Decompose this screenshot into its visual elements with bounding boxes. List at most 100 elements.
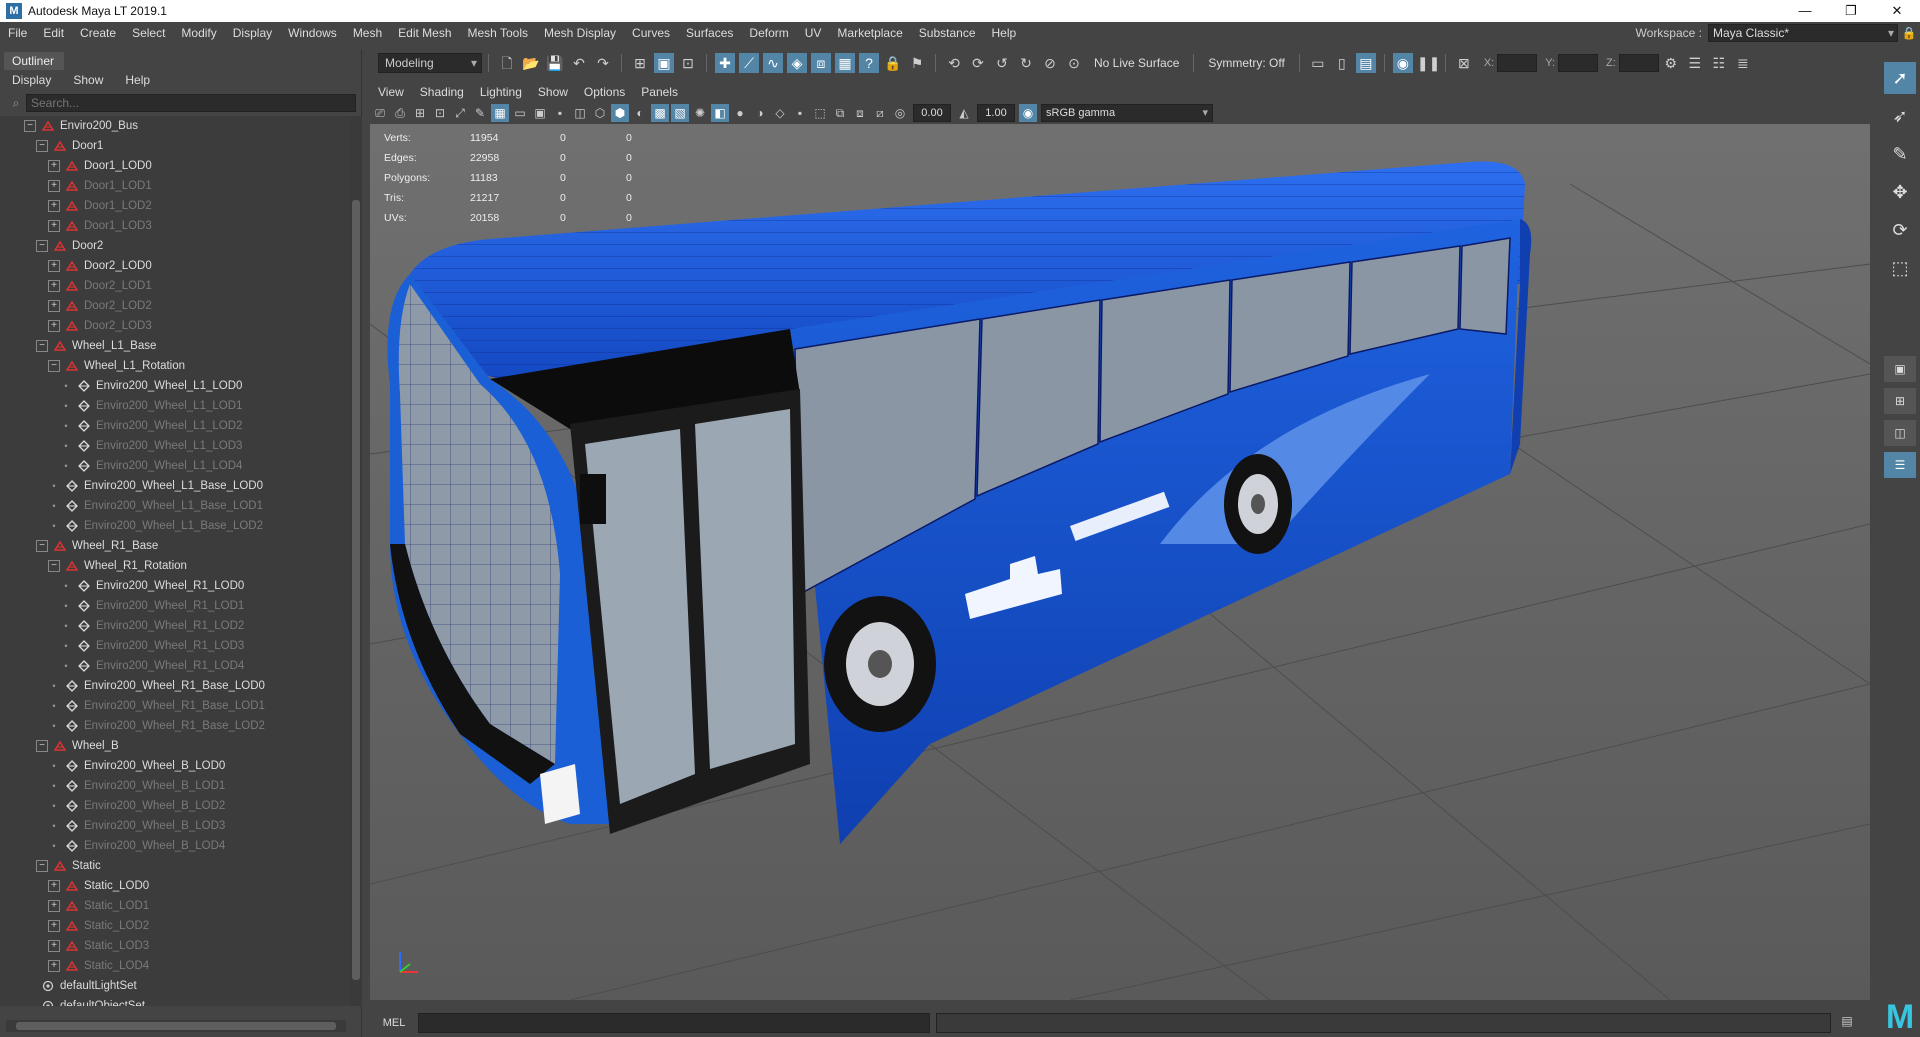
xray-components-icon[interactable]: ⧄ [871,104,889,122]
save-scene-icon[interactable]: 💾 [545,53,565,73]
lock-selection-icon[interactable]: 🔒 [883,53,903,73]
close-button[interactable]: ✕ [1874,0,1920,22]
grid-icon[interactable]: ▦ [491,104,509,122]
live-surface-label[interactable]: No Live Surface [1086,56,1187,70]
modeling-toolkit-icon[interactable]: ⚙ [1661,53,1681,73]
camera-attributes-icon[interactable]: ⎙ [391,104,409,122]
expand-icon[interactable]: + [48,160,60,172]
xray-icon[interactable]: ⧉ [831,104,849,122]
menu-surfaces[interactable]: Surfaces [678,26,741,40]
outliner-item[interactable]: − Enviro200_Bus [0,116,350,136]
select-tool-icon[interactable]: ➚ [1884,62,1916,94]
collapse-icon[interactable]: − [36,240,48,252]
gamma-field[interactable]: 1.00 [977,104,1015,122]
expand-icon[interactable]: + [48,900,60,912]
resolution-gate-icon[interactable]: ▣ [531,104,549,122]
menu-select[interactable]: Select [124,26,173,40]
outliner-item[interactable]: • Enviro200_Wheel_B_LOD2 [0,796,350,816]
menu-mesh-display[interactable]: Mesh Display [536,26,624,40]
rotate-tool-icon[interactable]: ⟳ [1884,214,1916,246]
outliner-item[interactable]: • Enviro200_Wheel_L1_Base_LOD2 [0,516,350,536]
outliner-horizontal-scrollbar[interactable] [6,1020,346,1032]
select-component-icon[interactable]: ⊡ [678,53,698,73]
pause-icon[interactable]: ❚❚ [1417,53,1440,73]
lock-icon[interactable]: 🔒 [1898,26,1920,40]
outliner-item[interactable]: • Enviro200_Wheel_L1_Base_LOD1 [0,496,350,516]
highlight-selection-icon[interactable]: ⚑ [907,53,927,73]
viewport-menu-show[interactable]: Show [530,85,576,99]
render-frame-icon[interactable]: ▯ [1332,53,1352,73]
outliner-vertical-scrollbar[interactable] [350,116,362,1006]
minimize-button[interactable]: — [1782,0,1828,22]
viewport-menu-lighting[interactable]: Lighting [472,85,530,99]
outliner-search-input[interactable] [26,94,356,112]
outliner-item[interactable]: • Enviro200_Wheel_R1_LOD1 [0,596,350,616]
film-gate-icon[interactable]: ▭ [511,104,529,122]
symmetry-label[interactable]: Symmetry: Off [1200,56,1292,70]
coord-y-field[interactable] [1558,54,1599,72]
field-chart-icon[interactable]: ◫ [571,104,589,122]
expand-icon[interactable]: + [48,220,60,232]
construction-history-icon[interactable]: ⊙ [1064,53,1084,73]
open-scene-icon[interactable]: 📂 [521,53,541,73]
menu-mesh-tools[interactable]: Mesh Tools [460,26,536,40]
outliner-item[interactable]: + Door2_LOD0 [0,256,350,276]
menu-modify[interactable]: Modify [173,26,224,40]
redo-icon[interactable]: ↷ [593,53,613,73]
outliner-menu-help[interactable]: Help [113,73,160,87]
undo-icon[interactable]: ↶ [569,53,589,73]
outliner-item[interactable]: + Door1_LOD1 [0,176,350,196]
render-current-icon[interactable]: ⟳ [968,53,988,73]
snap-view-plane-icon[interactable]: ⧈ [811,53,831,73]
collapse-icon[interactable]: − [36,860,48,872]
command-input[interactable] [418,1013,930,1033]
expand-icon[interactable]: + [48,280,60,292]
outliner-item[interactable]: • Enviro200_Wheel_B_LOD1 [0,776,350,796]
menu-windows[interactable]: Windows [280,26,345,40]
coord-x-field[interactable] [1497,54,1538,72]
collapse-icon[interactable]: − [24,120,36,132]
outliner-item[interactable]: − Wheel_B [0,736,350,756]
attribute-editor-icon[interactable]: ☰ [1685,53,1705,73]
lasso-tool-icon[interactable]: ➶ [1884,100,1916,132]
scale-tool-icon[interactable]: ⬚ [1884,252,1916,284]
menu-edit[interactable]: Edit [35,26,72,40]
expand-icon[interactable]: + [48,880,60,892]
antialiasing-icon[interactable]: ◇ [771,104,789,122]
outliner-item[interactable]: • Enviro200_Wheel_B_LOD4 [0,836,350,856]
collapse-icon[interactable]: − [36,140,48,152]
outliner-item[interactable]: defaultObjectSet [0,996,350,1006]
layout-single-icon[interactable]: ▣ [1884,356,1916,382]
snap-grid-icon[interactable]: ✚ [715,53,735,73]
select-object-icon[interactable]: ▣ [654,53,674,73]
outliner-item[interactable]: + Door2_LOD3 [0,316,350,336]
outliner-item[interactable]: + Static_LOD0 [0,876,350,896]
render-view-icon[interactable]: ▭ [1308,53,1328,73]
channel-box-icon[interactable]: ≣ [1733,53,1753,73]
menu-curves[interactable]: Curves [624,26,678,40]
menu-marketplace[interactable]: Marketplace [829,26,910,40]
expand-icon[interactable]: + [48,960,60,972]
layout-two-icon[interactable]: ◫ [1884,420,1916,446]
menu-deform[interactable]: Deform [741,26,796,40]
isolate-select-icon[interactable]: ⬚ [811,104,829,122]
outliner-item[interactable]: + Static_LOD3 [0,936,350,956]
expand-icon[interactable]: + [48,940,60,952]
outliner-item[interactable]: • Enviro200_Wheel_R1_LOD4 [0,656,350,676]
viewport-menu-view[interactable]: View [370,85,412,99]
exposure-field[interactable]: 0.00 [913,104,951,122]
transform-mode-icon[interactable]: ⊠ [1454,53,1474,73]
ambient-occlusion-icon[interactable]: ● [731,104,749,122]
menu-substance[interactable]: Substance [911,26,984,40]
menu-uv[interactable]: UV [797,26,830,40]
expand-icon[interactable]: + [48,300,60,312]
menu-file[interactable]: File [0,26,35,40]
outliner-item[interactable]: • Enviro200_Wheel_L1_LOD1 [0,396,350,416]
wireframe-on-shaded-icon[interactable]: ▩ [651,104,669,122]
outliner-item[interactable]: • Enviro200_Wheel_L1_LOD3 [0,436,350,456]
outliner-item[interactable]: − Wheel_L1_Rotation [0,356,350,376]
collapse-icon[interactable]: − [36,340,48,352]
render-settings-toggle-icon[interactable]: ▤ [1355,53,1376,73]
smooth-shade-icon[interactable]: ⬢ [611,104,629,122]
outliner-item[interactable]: + Static_LOD1 [0,896,350,916]
